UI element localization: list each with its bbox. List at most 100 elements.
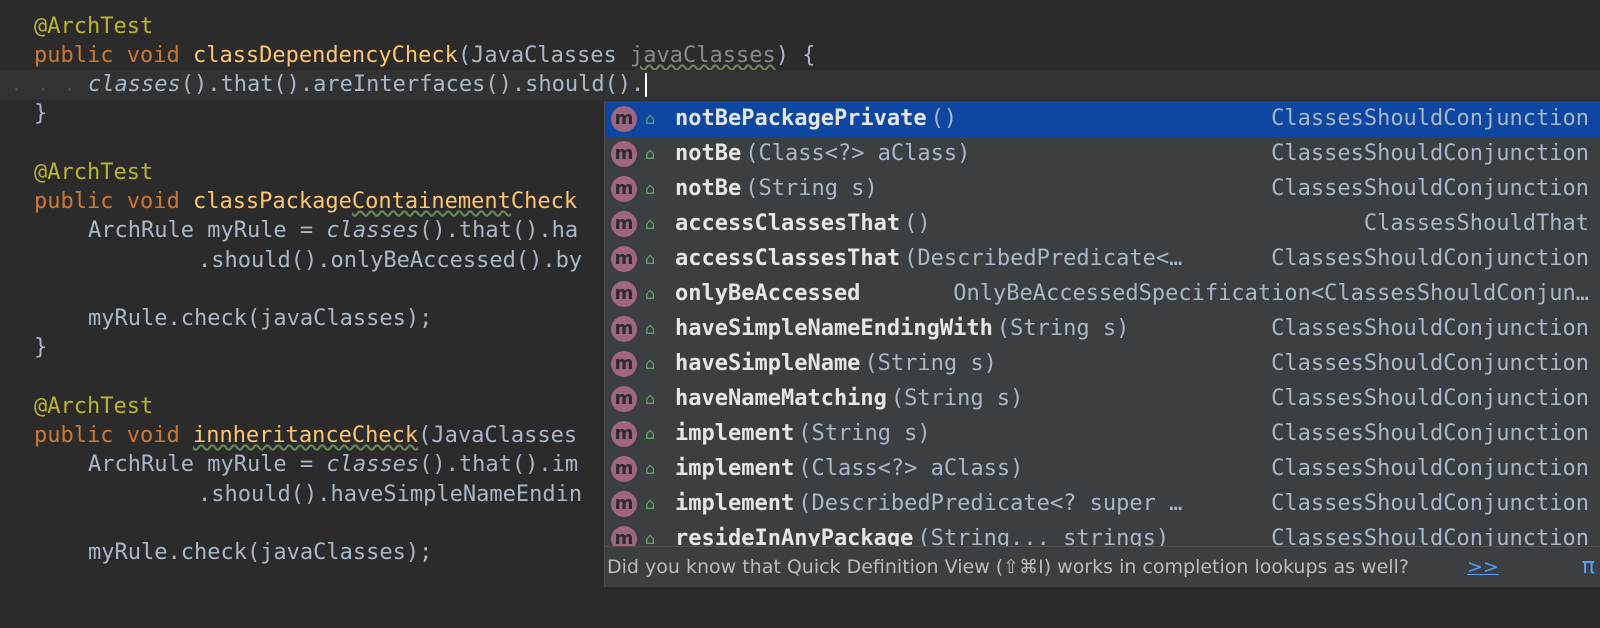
method-icon: m: [611, 176, 637, 202]
code-text: ArchRule myRule =: [88, 452, 327, 477]
completion-item[interactable]: m ⌂ accessClassesThat (DescribedPredicate<……: [605, 241, 1600, 277]
method-icon: m: [611, 141, 637, 167]
completion-item-name: accessClassesThat (DescribedPredicate<…: [675, 241, 1182, 277]
text-caret: [645, 73, 648, 97]
return-type: ClassesShouldConjunction: [1271, 491, 1589, 516]
completion-item-name: haveNameMatching (String s): [675, 381, 1023, 417]
method-icon: m: [611, 211, 637, 237]
method-signature: (String s): [864, 351, 997, 376]
method-icon: m: [611, 316, 637, 342]
code-text: }: [34, 335, 48, 360]
keyword: public void: [34, 43, 193, 68]
method-signature: (): [930, 106, 958, 131]
method-icon: m: [611, 281, 637, 307]
completion-item[interactable]: m ⌂ haveSimpleName (String s) ClassesShouldC…: [605, 346, 1600, 382]
return-type: ClassesShouldConjunction: [1271, 421, 1589, 446]
return-type: ClassesShouldConjunction: [1271, 316, 1589, 341]
completion-hint-bar: Did you know that Quick Definition View …: [605, 546, 1600, 587]
method-signature: (String s): [745, 176, 878, 201]
method-signature: (String s): [890, 386, 1024, 411]
return-type: ClassesShouldConjunction: [1271, 106, 1589, 131]
lock-open-icon: ⌂: [645, 424, 656, 443]
method-signature: (Class<?> aClass): [798, 456, 1024, 481]
method-signature: (String s): [798, 421, 931, 446]
return-type: ClassesShouldConjunction: [1271, 141, 1589, 166]
completion-item[interactable]: m ⌂ haveNameMatching (String s) ClassesShoul…: [605, 381, 1600, 417]
code-line: @ArchTest: [0, 12, 1600, 42]
static-call: classes: [88, 72, 181, 97]
code-text: ().that().ha: [419, 218, 579, 243]
completion-item[interactable]: m ⌂ accessClassesThat() ClassesShouldThat: [605, 206, 1600, 242]
hint-more-link[interactable]: >>: [1467, 547, 1499, 587]
code-line: public void classDependencyCheck(JavaCla…: [0, 41, 1600, 71]
method-name: haveSimpleName: [675, 351, 861, 376]
code-text: }: [34, 101, 48, 126]
method-name: notBePackagePrivate: [675, 106, 927, 131]
return-type: ClassesShouldThat: [1363, 211, 1589, 236]
lock-open-icon: ⌂: [645, 284, 656, 303]
pi-icon[interactable]: π: [1582, 547, 1595, 587]
method-name: classDependencyCheck: [192, 43, 458, 68]
code-text: ().that().areInterfaces().should().: [180, 72, 645, 97]
parameter-name: javaClasses: [630, 43, 776, 68]
return-type: OnlyBeAccessedSpecification<ClassesShoul…: [953, 281, 1589, 306]
method-signature: (DescribedPredicate<? super …: [798, 491, 1183, 516]
code-text: myRule.check(javaClasses);: [88, 306, 433, 331]
method-name-typo: Containement: [351, 189, 511, 214]
method-name: Check: [510, 189, 578, 214]
method-name: haveSimpleNameEndingWith: [675, 316, 993, 341]
method-icon: m: [611, 246, 637, 272]
method-name: implement: [675, 491, 795, 516]
code-text: (JavaClasses: [418, 423, 578, 448]
completion-popup[interactable]: m ⌂ notBePackagePrivate() ClassesShouldConj…: [604, 101, 1600, 587]
method-icon: m: [611, 456, 637, 482]
completion-item[interactable]: m ⌂ notBe (String s) ClassesShouldConjunctio…: [605, 171, 1600, 207]
current-code-line: . . . . classes().that().areInterfaces()…: [0, 70, 1600, 100]
method-signature: (String s): [996, 316, 1130, 341]
method-name: accessClassesThat: [675, 211, 901, 236]
completion-item-name: implement (String s): [675, 416, 931, 452]
lock-open-icon: ⌂: [645, 354, 656, 373]
completion-item[interactable]: m ⌂ implement (Class<?> aClass) ClassesShoul…: [605, 451, 1600, 487]
completion-item[interactable]: m ⌂ notBe (Class<?> aClass) ClassesShouldCon…: [605, 136, 1600, 172]
completion-item[interactable]: m ⌂ implement (String s) ClassesShouldConjun…: [605, 416, 1600, 452]
method-name: onlyBeAccessed: [675, 281, 861, 306]
method-name: notBe: [675, 176, 742, 201]
hint-text: Did you know that Quick Definition View …: [607, 556, 1409, 578]
return-type: ClassesShouldConjunction: [1271, 351, 1589, 376]
lock-open-icon: ⌂: [645, 249, 656, 268]
method-icon: m: [611, 106, 637, 132]
completion-item-name: implement (Class<?> aClass): [675, 451, 1023, 487]
return-type: ClassesShouldConjunction: [1271, 176, 1589, 201]
method-icon: m: [611, 421, 637, 447]
method-name: implement: [675, 421, 795, 446]
completion-item-name: notBe (Class<?> aClass): [675, 136, 970, 172]
completion-item-name: onlyBeAccessed: [675, 276, 864, 312]
lock-open-icon: ⌂: [645, 459, 656, 478]
completion-item[interactable]: m ⌂ haveSimpleNameEndingWith (String s) Clas…: [605, 311, 1600, 347]
code-text: .should().haveSimpleNameEndin: [198, 482, 583, 507]
method-icon: m: [611, 351, 637, 377]
method-signature: (Class<?> aClass): [745, 141, 971, 166]
annotation: @ArchTest: [34, 160, 154, 185]
keyword: public void: [34, 189, 193, 214]
lock-open-icon: ⌂: [645, 319, 656, 338]
lock-open-icon: ⌂: [645, 494, 656, 513]
method-name: notBe: [675, 141, 742, 166]
completion-item[interactable]: m ⌂ onlyBeAccessed OnlyBeAccessedSpecificat…: [605, 276, 1600, 312]
method-name: accessClassesThat: [675, 246, 901, 271]
completion-item[interactable]: m ⌂ implement (DescribedPredicate<? super ……: [605, 486, 1600, 522]
method-signature: (DescribedPredicate<…: [904, 246, 1183, 271]
completion-item[interactable]: m ⌂ notBePackagePrivate() ClassesShouldConj…: [605, 101, 1600, 137]
return-type: ClassesShouldConjunction: [1271, 386, 1589, 411]
code-text: .should().onlyBeAccessed().by: [198, 248, 583, 273]
code-text: (JavaClasses: [457, 43, 631, 68]
code-text: ().that().im: [419, 452, 579, 477]
completion-item-name: haveSimpleNameEndingWith (String s): [675, 311, 1129, 347]
static-call: classes: [326, 452, 420, 477]
method-name: classPackage: [192, 189, 352, 214]
lock-open-icon: ⌂: [645, 214, 656, 233]
lock-open-icon: ⌂: [645, 109, 656, 128]
method-name: haveNameMatching: [675, 386, 887, 411]
return-type: ClassesShouldConjunction: [1271, 246, 1589, 271]
